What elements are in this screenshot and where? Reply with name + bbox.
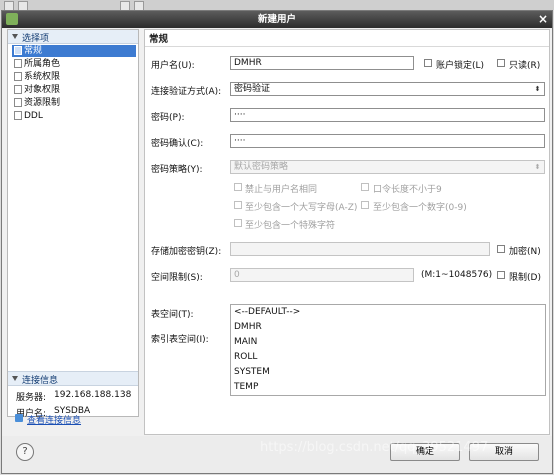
options-header[interactable]: 选择项 bbox=[8, 30, 138, 44]
tablespace-label: 表空间(T): bbox=[151, 310, 194, 320]
nav-item-general[interactable]: 常规 bbox=[12, 45, 136, 57]
readonly-label: 只读(R) bbox=[509, 61, 541, 71]
dialog-title: 新建用户 bbox=[257, 14, 296, 25]
list-item[interactable]: SYSTEM bbox=[234, 367, 270, 377]
policy-digit-label: 至少包含一个数字(0-9) bbox=[373, 203, 467, 213]
list-item[interactable]: DMHR bbox=[234, 322, 262, 332]
chevron-down-icon[interactable]: ⬍ bbox=[533, 85, 542, 93]
link-icon bbox=[15, 414, 23, 422]
server-label: 服务器: bbox=[16, 393, 47, 403]
dialog-title-bar: 新建用户 × bbox=[2, 11, 552, 28]
page-icon bbox=[14, 46, 22, 55]
index-tablespace-label: 索引表空间(I): bbox=[151, 335, 209, 345]
confirm-password-label: 密码确认(C): bbox=[151, 139, 204, 149]
page-icon bbox=[14, 59, 22, 68]
options-navigator: 选择项 常规 所属角色 系统权限 对象权限 资源限制 DDL 连接信息 服务器:… bbox=[7, 29, 139, 419]
nav-item-system-privileges[interactable]: 系统权限 bbox=[12, 71, 136, 83]
collapse-triangle-icon[interactable] bbox=[12, 376, 18, 381]
limit-checkbox[interactable] bbox=[497, 271, 505, 279]
nav-item-label: 所属角色 bbox=[24, 59, 61, 69]
space-limit-label: 空间限制(S): bbox=[151, 273, 203, 283]
app-logo-icon bbox=[6, 13, 18, 25]
storage-key-label: 存储加密密钥(Z): bbox=[151, 247, 222, 257]
auth-method-select[interactable]: 密码验证 ⬍ bbox=[230, 82, 545, 96]
page-icon bbox=[14, 111, 22, 120]
collapse-triangle-icon[interactable] bbox=[12, 34, 18, 39]
storage-key-input[interactable] bbox=[230, 242, 490, 256]
nav-item-label: 资源限制 bbox=[24, 98, 61, 108]
account-locked-label: 账户锁定(L) bbox=[436, 61, 485, 71]
username-label: 用户名(U): bbox=[151, 61, 195, 71]
cancel-button[interactable]: 取消 bbox=[469, 443, 539, 461]
nav-item-label: 系统权限 bbox=[24, 72, 61, 82]
encrypt-label: 加密(N) bbox=[509, 247, 541, 257]
auth-method-value: 密码验证 bbox=[234, 84, 271, 94]
password-label: 密码(P): bbox=[151, 113, 185, 123]
nav-item-resource-limits[interactable]: 资源限制 bbox=[12, 97, 136, 109]
section-title: 常规 bbox=[149, 34, 169, 45]
policy-upper-lower-checkbox[interactable] bbox=[234, 201, 242, 209]
options-header-label: 选择项 bbox=[22, 34, 50, 44]
policy-digit-checkbox[interactable] bbox=[361, 201, 369, 209]
limit-label: 限制(D) bbox=[509, 273, 541, 283]
close-icon[interactable]: × bbox=[536, 12, 550, 26]
server-info: 服务器: 192.168.188.138 bbox=[16, 390, 131, 403]
chevron-down-icon[interactable]: ⬍ bbox=[533, 163, 542, 171]
connection-info-label: 连接信息 bbox=[22, 376, 59, 386]
policy-special-checkbox[interactable] bbox=[234, 219, 242, 227]
account-locked-checkbox[interactable] bbox=[424, 59, 432, 67]
view-connection-label[interactable]: 查看连接信息 bbox=[27, 413, 81, 426]
general-form-panel: 常规 用户名(U): DMHR 账户锁定(L) 只读(R) 连接验证方式(A):… bbox=[144, 29, 550, 435]
connection-info-header[interactable]: 连接信息 bbox=[8, 371, 138, 386]
list-item[interactable]: <--DEFAULT--> bbox=[234, 307, 300, 317]
nav-item-roles[interactable]: 所属角色 bbox=[12, 58, 136, 70]
policy-min-length-checkbox[interactable] bbox=[361, 183, 369, 191]
policy-no-username-checkbox[interactable] bbox=[234, 183, 242, 191]
new-user-dialog: 新建用户 × 选择项 常规 所属角色 系统权限 对象权限 资源限制 DDL 连接… bbox=[1, 10, 553, 474]
list-item[interactable]: MAIN bbox=[234, 337, 257, 347]
auth-method-label: 连接验证方式(A): bbox=[151, 87, 222, 97]
page-icon bbox=[14, 72, 22, 81]
tablespace-list[interactable]: <--DEFAULT--> DMHR MAIN ROLL SYSTEM TEMP bbox=[230, 304, 546, 396]
username-input[interactable]: DMHR bbox=[230, 56, 414, 70]
password-policy-value: 默认密码策略 bbox=[234, 162, 289, 172]
policy-min-length-label: 口令长度不小于9 bbox=[373, 185, 442, 195]
policy-no-username-label: 禁止与用户名相同 bbox=[245, 185, 318, 195]
page-icon bbox=[14, 98, 22, 107]
server-value: 192.168.188.138 bbox=[54, 390, 132, 400]
list-item[interactable]: ROLL bbox=[234, 352, 257, 362]
password-policy-select[interactable]: 默认密码策略 ⬍ bbox=[230, 160, 545, 174]
section-divider bbox=[145, 46, 549, 47]
policy-upper-lower-label: 至少包含一个大写字母(A-Z) bbox=[245, 203, 358, 213]
list-item[interactable]: TEMP bbox=[234, 382, 258, 392]
help-icon[interactable]: ? bbox=[16, 443, 34, 461]
background-toolbar bbox=[0, 0, 554, 11]
password-input[interactable]: ···· bbox=[230, 108, 545, 122]
space-limit-range: (M:1~1048576) bbox=[421, 270, 493, 280]
ok-button[interactable]: 确定 bbox=[390, 443, 460, 461]
nav-item-label: 常规 bbox=[24, 46, 43, 56]
nav-item-label: DDL bbox=[24, 111, 43, 121]
confirm-password-input[interactable]: ···· bbox=[230, 134, 545, 148]
page-icon bbox=[14, 85, 22, 94]
nav-item-ddl[interactable]: DDL bbox=[12, 110, 136, 122]
space-limit-input[interactable]: 0 bbox=[230, 268, 414, 282]
view-connection-link[interactable]: 查看连接信息 bbox=[15, 413, 125, 426]
nav-item-label: 对象权限 bbox=[24, 85, 61, 95]
nav-item-object-privileges[interactable]: 对象权限 bbox=[12, 84, 136, 96]
password-policy-label: 密码策略(Y): bbox=[151, 165, 203, 175]
encrypt-checkbox[interactable] bbox=[497, 245, 505, 253]
readonly-checkbox[interactable] bbox=[497, 59, 505, 67]
policy-special-label: 至少包含一个特殊字符 bbox=[245, 221, 336, 231]
